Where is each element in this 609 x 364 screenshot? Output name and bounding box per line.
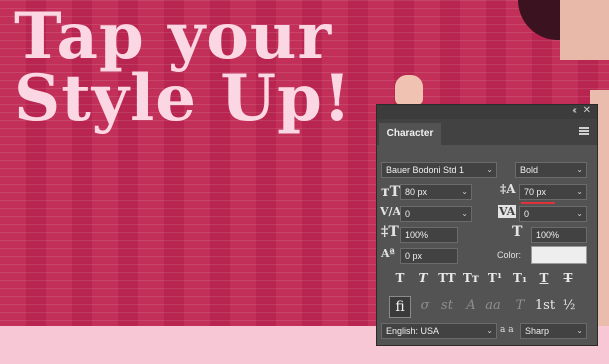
kerning-field[interactable]: 0 ⌄ [400, 206, 472, 222]
chevron-down-icon: ⌄ [576, 326, 583, 335]
swash-button[interactable]: A [462, 296, 480, 316]
font-family-select[interactable]: Bauer Bodoni Std 1 ⌄ [381, 162, 497, 178]
baseline-shift-icon: Aª [381, 247, 395, 260]
color-label: Color: [497, 250, 522, 260]
stylistic-alternates-button[interactable]: aa [484, 296, 502, 316]
headline-line-2: Style Up! [14, 61, 352, 136]
photo-hand [395, 75, 423, 105]
all-caps-button[interactable]: TT [436, 270, 458, 286]
language-select[interactable]: English: USA ⌄ [381, 323, 497, 339]
chevron-down-icon: ⌄ [486, 326, 493, 335]
horizontal-scale-field[interactable]: 100% [531, 227, 587, 243]
leading-icon: ‡A [500, 182, 516, 196]
font-style-select[interactable]: Bold ⌄ [515, 162, 587, 178]
chevron-down-icon: ⌄ [576, 209, 583, 218]
subscript-button[interactable]: T₁ [512, 270, 528, 286]
superscript-button[interactable]: T¹ [487, 270, 503, 286]
fractions-button[interactable]: ½ [560, 296, 578, 316]
tab-character[interactable]: Character [379, 123, 441, 145]
language-value: English: USA [386, 326, 440, 336]
antialias-select[interactable]: Sharp ⌄ [520, 323, 587, 339]
vertical-scale-icon: ‡T [381, 224, 399, 240]
collapse-icon[interactable]: ‹‹ [572, 105, 576, 116]
headline-line-1: Tap your [14, 0, 333, 74]
font-size-value: 80 px [405, 187, 428, 197]
panel-title-bar[interactable]: ‹‹ ✕ [377, 105, 597, 119]
discretionary-ligatures-button[interactable]: st [438, 296, 456, 316]
horizontal-scale-value: 100% [536, 230, 560, 240]
leading-highlight [521, 202, 555, 204]
vertical-scale-field[interactable]: 100% [400, 227, 458, 243]
underline-button[interactable]: T [536, 270, 552, 286]
baseline-shift-field[interactable]: 0 px [400, 248, 458, 264]
font-family-value: Bauer Bodoni Std 1 [386, 165, 465, 175]
antialias-icon: a a [500, 325, 514, 335]
tracking-value: 0 [524, 209, 530, 219]
kerning-value: 0 [405, 209, 411, 219]
font-size-icon: ᴛT [381, 184, 401, 200]
ordinals-button[interactable]: 1st [533, 296, 557, 316]
faux-italic-button[interactable]: T [415, 270, 431, 286]
titling-alternates-button[interactable]: T [511, 296, 529, 316]
standard-ligatures-button[interactable]: fi [389, 296, 411, 318]
font-style-value: Bold [520, 165, 539, 175]
chevron-down-icon: ⌄ [461, 209, 468, 218]
close-icon[interactable]: ✕ [583, 105, 591, 116]
vertical-scale-value: 100% [405, 230, 429, 240]
small-caps-button[interactable]: Tт [461, 270, 481, 286]
chevron-down-icon: ⌄ [576, 165, 583, 174]
leading-field[interactable]: 70 px ⌄ [519, 184, 587, 200]
tracking-icon: VA [498, 205, 517, 218]
strikethrough-button[interactable]: T [560, 270, 576, 286]
tab-row: Character [377, 119, 597, 145]
kerning-icon: V/A [380, 205, 402, 218]
photo-face [560, 0, 609, 60]
chevron-down-icon: ⌄ [461, 187, 468, 196]
color-swatch[interactable] [531, 246, 587, 264]
chevron-down-icon: ⌄ [486, 165, 493, 174]
faux-bold-button[interactable]: T [392, 270, 408, 286]
antialias-value: Sharp [525, 326, 550, 336]
tracking-field[interactable]: 0 ⌄ [519, 206, 587, 222]
font-size-field[interactable]: 80 px ⌄ [400, 184, 472, 200]
chevron-down-icon: ⌄ [576, 187, 583, 196]
baseline-shift-value: 0 px [405, 251, 423, 261]
horizontal-scale-icon: T [512, 224, 523, 240]
panel-menu-icon[interactable] [579, 127, 589, 135]
contextual-alternates-button[interactable]: σ [416, 296, 434, 316]
leading-value: 70 px [524, 187, 547, 197]
headline-text: Tap your Style Up! [14, 0, 352, 136]
